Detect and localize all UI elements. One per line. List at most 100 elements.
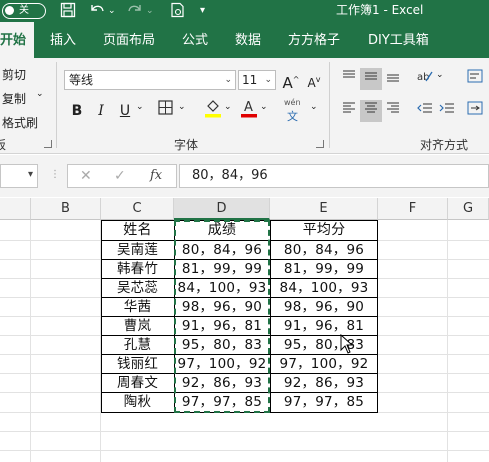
- insert-function-icon[interactable]: fx: [150, 165, 162, 187]
- save-icon[interactable]: [60, 2, 76, 20]
- score-cell[interactable]: 97，100，92: [174, 355, 270, 374]
- decrease-indent-icon[interactable]: [414, 100, 436, 122]
- name-cell[interactable]: 吴芯蕊: [101, 279, 174, 298]
- tab-home[interactable]: 开始: [0, 22, 35, 58]
- autosave-toggle[interactable]: 关: [2, 3, 46, 19]
- average-cell[interactable]: 98，96，90: [270, 298, 378, 317]
- tab-insert[interactable]: 插入: [50, 22, 76, 58]
- cut-button[interactable]: 剪切: [2, 66, 26, 83]
- redo-icon[interactable]: [126, 2, 144, 20]
- undo-dropdown-icon[interactable]: ⌄: [108, 2, 116, 20]
- gridline: [30, 220, 31, 462]
- customize-icon[interactable]: ▾: [200, 2, 205, 20]
- score-cell[interactable]: 84，100，93: [174, 279, 270, 298]
- fill-color-icon[interactable]: [202, 98, 224, 120]
- font-name-value: 等线: [69, 73, 94, 87]
- align-middle-icon[interactable]: [360, 68, 382, 90]
- column-header-partial[interactable]: [0, 198, 31, 220]
- name-box[interactable]: ▾: [0, 164, 38, 188]
- name-cell[interactable]: 陶秋: [101, 393, 174, 412]
- orientation-icon[interactable]: ab: [414, 68, 436, 90]
- tab-page-layout[interactable]: 页面布局: [103, 22, 155, 58]
- format-painter-button[interactable]: 格式刷: [2, 114, 38, 131]
- name-cell[interactable]: 孔慧: [101, 336, 174, 355]
- font-color-icon[interactable]: A: [238, 98, 260, 120]
- font-launcher-icon[interactable]: [316, 140, 324, 148]
- score-cell[interactable]: 97，97，85: [174, 393, 270, 412]
- orientation-dropdown-icon[interactable]: ⌄: [436, 70, 444, 80]
- average-cell[interactable]: 97，97，85: [270, 393, 378, 412]
- average-cell[interactable]: 95，80，83: [270, 336, 378, 355]
- tab-ffcell[interactable]: 方方格子: [288, 22, 340, 58]
- italic-button[interactable]: I: [90, 100, 112, 122]
- phonetic-dropdown-icon[interactable]: ⌄: [310, 102, 318, 112]
- header-cell-name[interactable]: 姓名: [101, 221, 174, 240]
- gridline: [0, 431, 489, 432]
- tab-formulas[interactable]: 公式: [182, 22, 208, 58]
- underline-dropdown-icon[interactable]: ⌄: [136, 102, 144, 112]
- column-header-f[interactable]: F: [378, 198, 448, 220]
- average-cell[interactable]: 92，86，93: [270, 374, 378, 393]
- more-icon[interactable]: ⋮: [50, 169, 60, 180]
- cancel-icon[interactable]: ✕: [80, 165, 92, 187]
- undo-icon[interactable]: [88, 2, 106, 20]
- chevron-down-icon: ▾: [27, 169, 33, 180]
- average-cell[interactable]: 80，84，96: [270, 241, 378, 260]
- average-cell[interactable]: 97，100，92: [270, 355, 378, 374]
- font-color-dropdown-icon[interactable]: ⌄: [260, 102, 268, 112]
- align-top-icon[interactable]: [338, 68, 360, 90]
- align-bottom-icon[interactable]: [382, 68, 404, 90]
- header-cell-average[interactable]: 平均分: [270, 221, 378, 240]
- column-header-d[interactable]: D: [174, 198, 270, 220]
- increase-font-size-icon[interactable]: A^: [280, 69, 302, 92]
- formula-input[interactable]: 80，84，96: [179, 164, 489, 188]
- align-right-icon[interactable]: [382, 100, 404, 122]
- name-cell[interactable]: 钱丽红: [101, 355, 174, 374]
- column-header-c[interactable]: C: [101, 198, 174, 220]
- merge-center-icon[interactable]: [464, 100, 486, 122]
- enter-icon[interactable]: ✓: [114, 165, 126, 187]
- copy-button[interactable]: 复制: [2, 90, 26, 107]
- redo-dropdown-icon[interactable]: ⌄: [146, 2, 154, 20]
- underline-button[interactable]: U: [114, 100, 136, 122]
- clipboard-group-label: 板: [0, 138, 7, 152]
- phonetic-guide-top[interactable]: wén: [284, 98, 301, 107]
- fill-color-dropdown-icon[interactable]: ⌄: [224, 102, 232, 112]
- font-size-select[interactable]: 11 ⌄: [238, 70, 276, 90]
- header-cell-score[interactable]: 成绩: [174, 221, 270, 240]
- column-header-b[interactable]: B: [31, 198, 101, 220]
- wrap-text-icon[interactable]: [464, 68, 486, 90]
- align-left-icon[interactable]: [338, 100, 360, 122]
- borders-icon[interactable]: [154, 100, 176, 122]
- phonetic-guide-icon[interactable]: 文: [287, 108, 298, 124]
- score-cell[interactable]: 91，96，81: [174, 317, 270, 336]
- score-cell[interactable]: 80，84，96: [174, 241, 270, 260]
- tab-diy-toolbox[interactable]: DIY工具箱: [368, 22, 429, 58]
- name-cell[interactable]: 曹岚: [101, 317, 174, 336]
- svg-text:A: A: [244, 100, 253, 115]
- tab-data[interactable]: 数据: [235, 22, 261, 58]
- decrease-font-size-icon[interactable]: Av: [303, 69, 325, 91]
- score-cell[interactable]: 98，96，90: [174, 298, 270, 317]
- increase-indent-icon[interactable]: [436, 100, 458, 122]
- name-cell[interactable]: 华茜: [101, 298, 174, 317]
- score-cell[interactable]: 95，80，83: [174, 336, 270, 355]
- align-center-icon[interactable]: [360, 100, 382, 122]
- name-cell[interactable]: 吴南莲: [101, 241, 174, 260]
- column-header-g[interactable]: G: [448, 198, 489, 220]
- average-cell[interactable]: 81，99，99: [270, 260, 378, 279]
- column-header-e[interactable]: E: [270, 198, 378, 220]
- score-cell[interactable]: 81，99，99: [174, 260, 270, 279]
- font-name-select[interactable]: 等线 ⌄: [64, 70, 236, 90]
- clipboard-launcher-icon[interactable]: [44, 140, 52, 148]
- average-cell[interactable]: 84，100，93: [270, 279, 378, 298]
- borders-dropdown-icon[interactable]: ⌄: [178, 102, 186, 112]
- score-cell[interactable]: 92，86，93: [174, 374, 270, 393]
- name-cell[interactable]: 周春文: [101, 374, 174, 393]
- copy-dropdown-icon[interactable]: ⌄: [36, 89, 44, 99]
- ribbon: 剪切 复制 ⌄ 格式刷 板 等线 ⌄ 11 ⌄ A^ Av B I U ⌄ ⌄ …: [0, 58, 489, 154]
- average-cell[interactable]: 91，96，81: [270, 317, 378, 336]
- touch-mode-icon[interactable]: [170, 2, 186, 20]
- bold-button[interactable]: B: [66, 100, 88, 122]
- name-cell[interactable]: 韩春竹: [101, 260, 174, 279]
